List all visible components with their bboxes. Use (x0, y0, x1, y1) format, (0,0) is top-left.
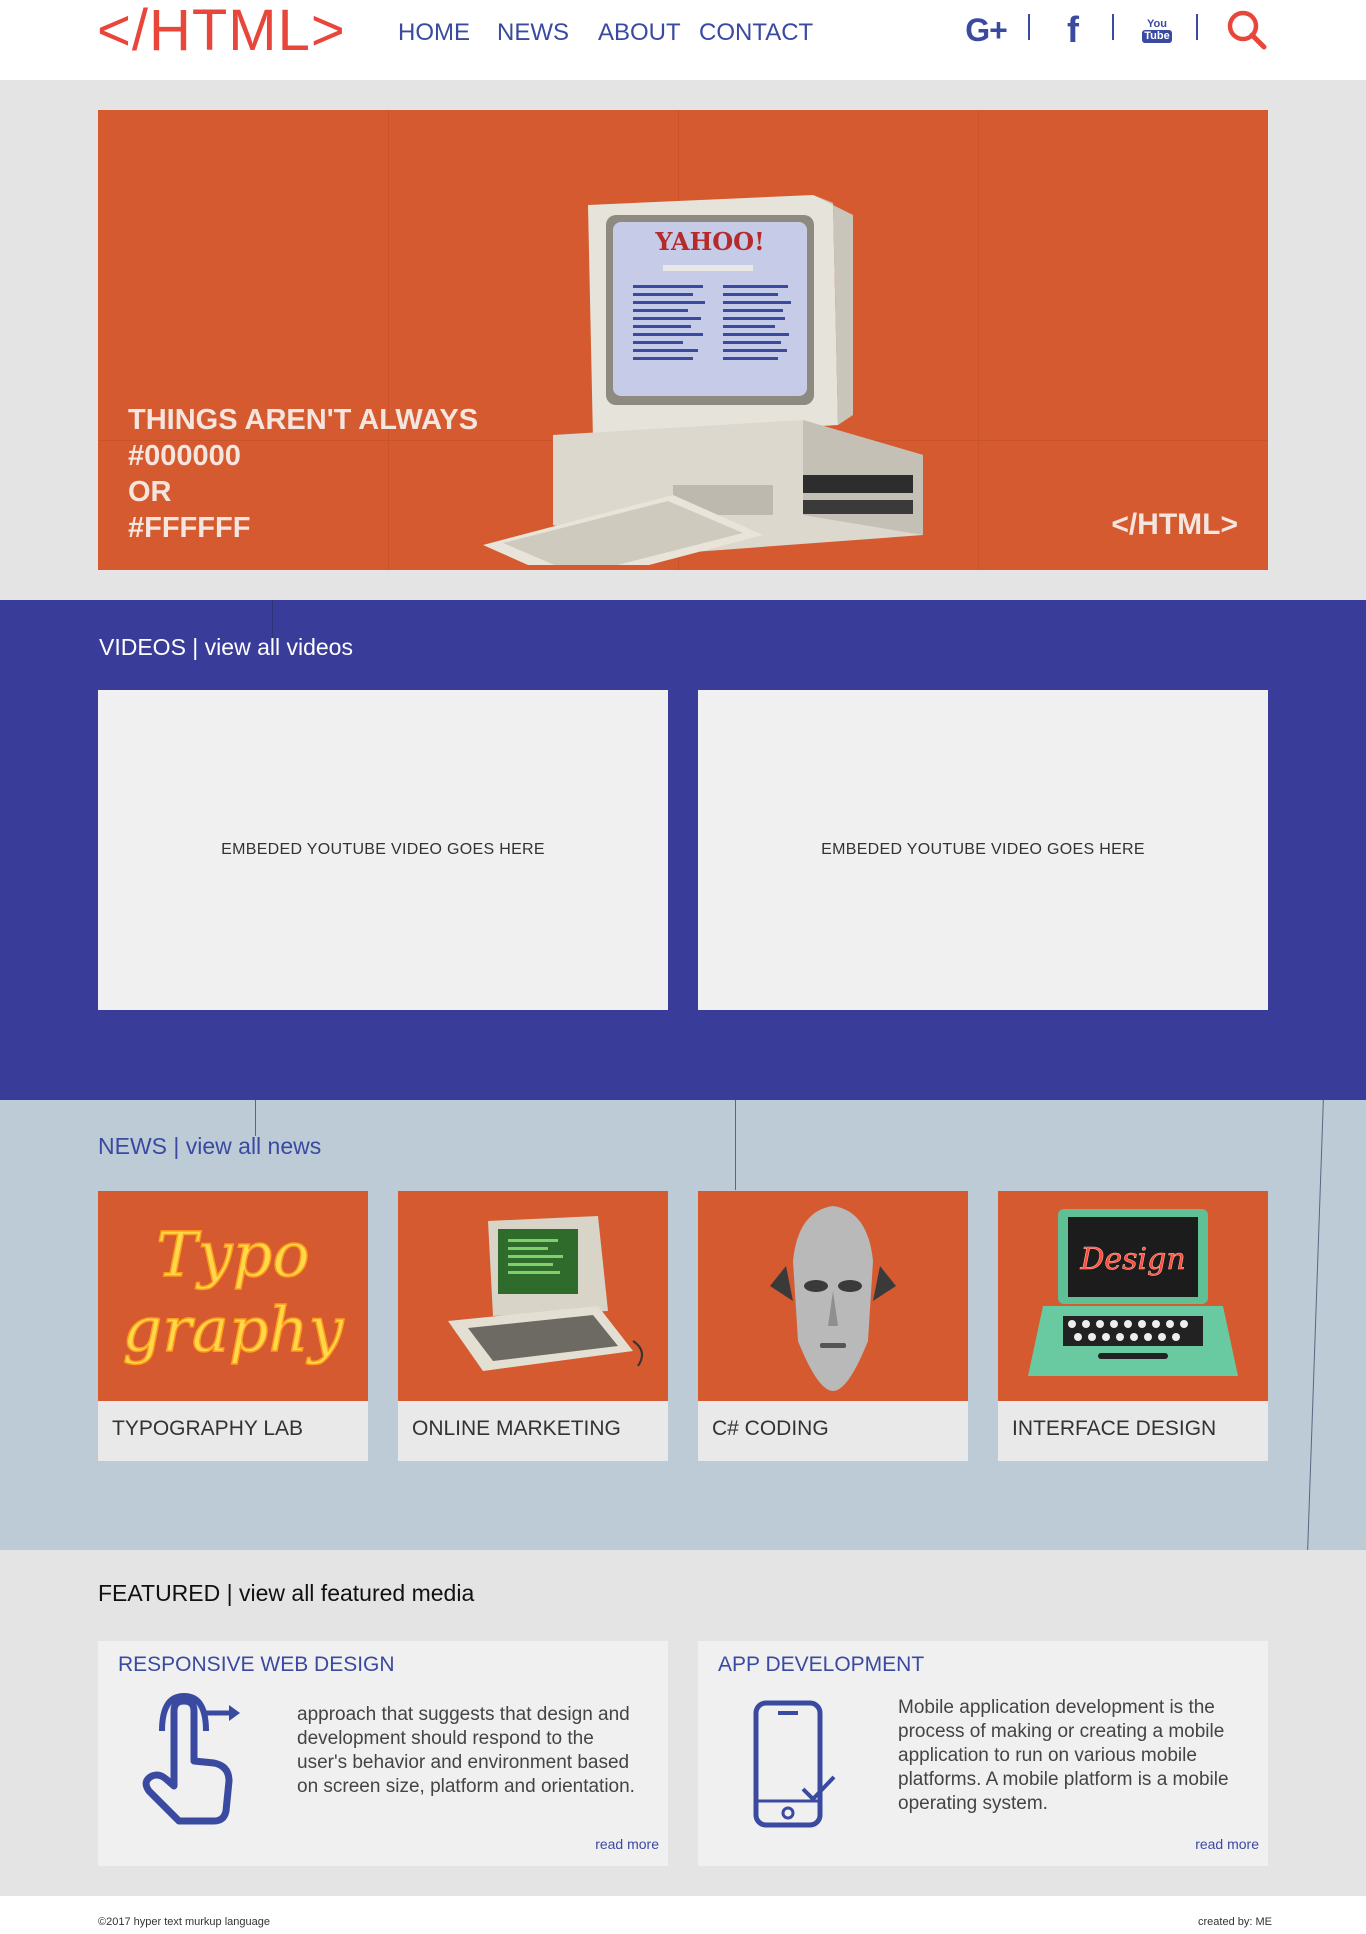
neon-line: graphy (123, 1293, 345, 1366)
featured-card-text: approach that suggests that design and d… (297, 1704, 635, 1797)
guide-line (1307, 1100, 1324, 1550)
news-card-label: INTERFACE DESIGN (1012, 1417, 1217, 1440)
nav-about[interactable]: ABOUT (598, 18, 681, 48)
facebook-icon[interactable]: f (1058, 9, 1088, 50)
guide-line (255, 1100, 256, 1136)
divider (1196, 14, 1198, 40)
site-footer: ©2017 hyper text murkup language created… (0, 1896, 1366, 1934)
video-placeholder-text: EMBEDED YOUTUBE VIDEO GOES HERE (221, 841, 545, 858)
news-card-csharp[interactable]: C# CODING (698, 1191, 968, 1461)
video-placeholder-text: EMBEDED YOUTUBE VIDEO GOES HERE (821, 841, 1145, 858)
nav-news[interactable]: NEWS (497, 18, 569, 48)
featured-title[interactable]: FEATURED | view all featured media (98, 1580, 474, 1607)
robot-mask-image (698, 1191, 968, 1401)
search-icon[interactable] (1222, 10, 1272, 50)
video-embed[interactable]: EMBEDED YOUTUBE VIDEO GOES HERE (698, 690, 1268, 1010)
hero-line: OR (128, 476, 172, 508)
logo-text: </HTML> (97, 0, 346, 63)
news-card-typography[interactable]: Typo graphy TYPOGRAPHY LAB (98, 1191, 368, 1461)
hero-banner: YAHOO! THINGS AREN'T ALWAYS #000000 OR #… (98, 110, 1268, 570)
neon-line: Typo (156, 1218, 309, 1291)
news-card-label: C# CODING (712, 1417, 829, 1440)
news-card-label: TYPOGRAPHY LAB (112, 1417, 304, 1440)
hero-logo-mark: </HTML> (1111, 508, 1238, 541)
featured-card-text: Mobile application development is the pr… (898, 1697, 1229, 1814)
google-plus-label: G+ (965, 11, 1008, 48)
featured-section: FEATURED | view all featured media RESPO… (0, 1550, 1366, 1896)
green-typewriter-image: Design (998, 1191, 1268, 1401)
news-card-interface[interactable]: Design INTERFACE DESIGN (998, 1191, 1268, 1461)
copyright-text: ©2017 hyper text murkup language (98, 1916, 270, 1928)
retro-computer-illustration: YAHOO! (483, 195, 923, 565)
read-more-link[interactable]: read more (595, 1836, 659, 1852)
youtube-icon[interactable]: You Tube (1140, 10, 1174, 50)
news-card-label: ONLINE MARKETING (412, 1417, 621, 1440)
youtube-label-bottom: Tube (1142, 29, 1172, 43)
video-embed[interactable]: EMBEDED YOUTUBE VIDEO GOES HERE (98, 690, 668, 1010)
design-neon-text: Design (1079, 1242, 1185, 1277)
google-plus-icon[interactable]: G+ (958, 10, 1014, 50)
site-header: </HTML> HOME NEWS ABOUT CONTACT G+ f You… (0, 0, 1366, 80)
videos-title[interactable]: VIDEOS | view all videos (99, 634, 353, 661)
featured-card-title[interactable]: APP DEVELOPMENT (718, 1653, 924, 1677)
nav-contact[interactable]: CONTACT (699, 18, 813, 48)
featured-card-title[interactable]: RESPONSIVE WEB DESIGN (118, 1653, 395, 1677)
screen-brand: YAHOO! (654, 227, 764, 256)
youtube-label-top: You (1147, 17, 1167, 30)
facebook-label: f (1067, 9, 1079, 50)
mobile-phone-check-icon (753, 1700, 836, 1828)
guide-line (735, 1100, 736, 1190)
retro-terminal-image (398, 1191, 668, 1401)
read-more-link[interactable]: read more (1195, 1836, 1259, 1852)
credits-text: created by: ME (1198, 1916, 1272, 1928)
featured-card-app: APP DEVELOPMENT Mobile application devel… (698, 1641, 1268, 1866)
hero-line: #FFFFFF (128, 512, 251, 544)
site-logo[interactable]: </HTML> (97, 2, 346, 60)
touch-gesture-icon (142, 1692, 240, 1825)
divider (1112, 14, 1114, 40)
hero-line: #000000 (128, 440, 241, 472)
videos-section: VIDEOS | view all videos EMBEDED YOUTUBE… (0, 600, 1366, 1100)
featured-card-responsive: RESPONSIVE WEB DESIGN approach that sugg… (98, 1641, 668, 1866)
nav-home[interactable]: HOME (398, 18, 470, 48)
hero-headline: THINGS AREN'T ALWAYS #000000 OR #FFFFFF (128, 402, 478, 546)
divider (1028, 14, 1030, 40)
news-card-marketing[interactable]: ONLINE MARKETING (398, 1191, 668, 1461)
news-section: NEWS | view all news Typo graphy TYPOGRA… (0, 1100, 1366, 1550)
typography-neon-image: Typo graphy (98, 1191, 368, 1401)
news-title[interactable]: NEWS | view all news (98, 1133, 321, 1160)
hero-line: THINGS AREN'T ALWAYS (128, 404, 479, 436)
